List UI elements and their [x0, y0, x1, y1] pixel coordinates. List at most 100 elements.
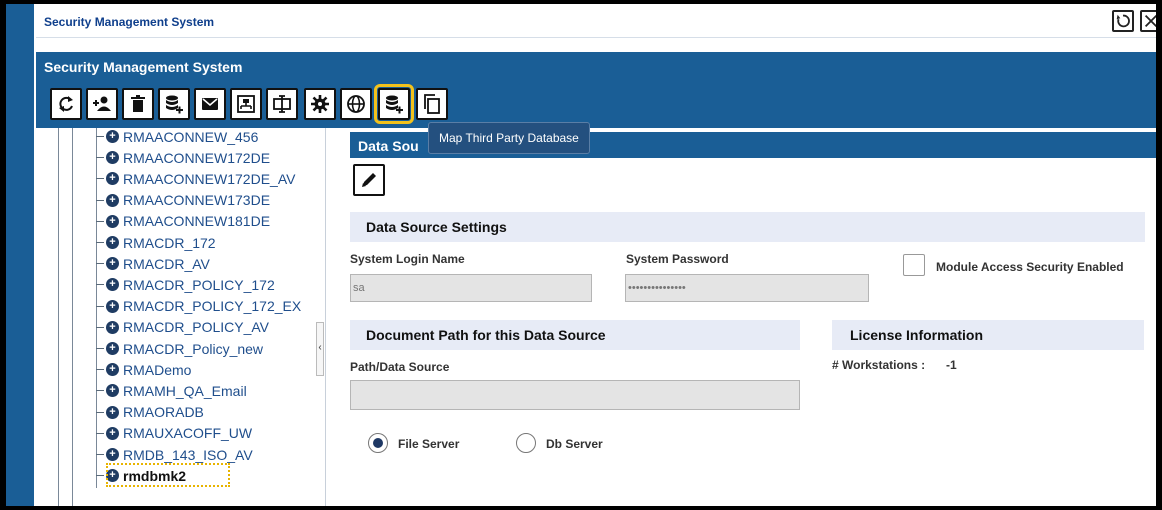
tree-item-label: RMACDR_POLICY_AV	[123, 319, 270, 336]
expand-plus-icon[interactable]: +	[106, 384, 119, 398]
expand-plus-icon[interactable]: +	[106, 214, 119, 228]
globe-icon	[347, 95, 365, 113]
tree-connector	[96, 220, 104, 222]
email-icon	[202, 98, 218, 110]
tree-connector	[96, 475, 104, 477]
tree-connector	[96, 348, 104, 349]
app-header-title: Security Management System	[44, 59, 243, 75]
tree-item[interactable]: + RMAMH_QA_Email	[96, 380, 247, 401]
file-server-radio[interactable]	[368, 433, 388, 453]
expand-plus-icon[interactable]: +	[106, 257, 119, 271]
tree-connector	[96, 136, 104, 137]
close-button[interactable]	[1140, 10, 1156, 32]
hierarchy-icon	[237, 95, 255, 113]
system-password-label: System Password	[626, 252, 729, 266]
expand-plus-icon[interactable]: +	[106, 193, 119, 207]
copy-button[interactable]	[416, 88, 448, 120]
tree-item[interactable]: + RMACDR_AV	[96, 253, 210, 274]
tree-item[interactable]: + RMACDR_POLICY_AV	[96, 317, 269, 338]
expand-plus-icon[interactable]: +	[106, 342, 119, 355]
tree-item[interactable]: + RMADemo	[96, 359, 191, 380]
refresh-button[interactable]	[50, 88, 82, 120]
field-button[interactable]	[266, 88, 298, 120]
app-header: Security Management System	[36, 52, 1156, 80]
tree-item[interactable]: + RMACDR_172	[96, 232, 216, 253]
add-user-icon	[93, 96, 111, 111]
expand-plus-icon[interactable]: +	[106, 448, 119, 461]
trash-icon	[131, 95, 145, 112]
data-source-settings-heading: Data Source Settings	[350, 212, 1145, 242]
tree-item[interactable]: + RMAACONNEW172DE_AV	[96, 168, 295, 189]
expand-plus-icon[interactable]: +	[106, 320, 119, 334]
close-icon	[1144, 14, 1156, 28]
tree-item-label: RMACDR_POLICY_172_EX	[123, 298, 302, 315]
tree-connector	[96, 284, 104, 286]
expand-plus-icon[interactable]: +	[106, 151, 119, 165]
system-login-name-input[interactable]	[350, 274, 592, 302]
expand-plus-icon[interactable]: +	[106, 299, 119, 313]
pencil-icon	[362, 173, 376, 187]
expand-plus-icon[interactable]: +	[106, 236, 119, 249]
gear-icon	[311, 95, 329, 113]
globe-button[interactable]	[340, 88, 372, 120]
selected-item-focus-outline	[106, 463, 230, 488]
add-data-source-button[interactable]	[158, 88, 190, 120]
expand-plus-icon[interactable]: +	[106, 363, 119, 377]
tree-item-label: RMACDR_172	[123, 234, 216, 251]
workstations-label: # Workstations :	[832, 358, 926, 372]
license-information-heading: License Information	[832, 320, 1144, 350]
system-login-name-label: System Login Name	[350, 252, 465, 266]
tree-item[interactable]: + RMAUXACOFF_UW	[96, 423, 252, 444]
tree-item-label: RMACDR_Policy_new	[123, 340, 264, 357]
file-server-label: File Server	[398, 437, 460, 451]
data-source-detail: Data Sou Map Third Party Database Data S…	[350, 122, 1156, 506]
edit-button[interactable]	[353, 164, 385, 196]
expand-plus-icon[interactable]: +	[106, 172, 119, 186]
tree-connector	[96, 157, 104, 159]
data-source-tree[interactable]: + RMAACONNEW_456 + RMAACONNEW172DE + RMAACONN…	[36, 128, 326, 506]
tree-item-label: RMAACONNEW173DE	[123, 192, 271, 209]
expand-plus-icon[interactable]: +	[106, 426, 119, 440]
expand-plus-icon[interactable]: +	[106, 278, 119, 292]
window-title-bar: Security Management System	[36, 4, 1156, 38]
organization-button[interactable]	[230, 88, 262, 120]
expand-plus-icon[interactable]: +	[106, 405, 119, 419]
tree-item[interactable]: + RMAORADB	[96, 402, 204, 423]
tree-item-label: RMACDR_AV	[123, 255, 210, 272]
system-password-input[interactable]	[625, 274, 869, 302]
tree-item[interactable]: + RMAACONNEW_456	[96, 128, 258, 147]
db-server-radio[interactable]	[516, 433, 536, 453]
tree-item[interactable]: + RMAACONNEW181DE	[96, 211, 270, 232]
workstations-value: -1	[946, 358, 957, 372]
restore-button[interactable]	[1112, 10, 1134, 32]
add-database-icon	[166, 95, 183, 114]
tree-item-label: RMADemo	[123, 361, 192, 378]
panel-collapse-handle[interactable]: ‹	[316, 322, 324, 376]
tree-item[interactable]: + RMAACONNEW173DE	[96, 190, 270, 211]
tree-item[interactable]: + RMDB_143_ISO_AV	[96, 444, 253, 465]
db-server-label: Db Server	[546, 437, 603, 451]
tree-guide-line	[72, 128, 73, 506]
tree-connector	[96, 326, 104, 328]
tree-item-label: RMAACONNEW_456	[123, 128, 259, 145]
tree-connector	[96, 178, 104, 180]
module-access-security-checkbox[interactable]	[903, 254, 925, 276]
tree-connector	[96, 454, 104, 455]
tree-connector	[96, 263, 104, 265]
tree-connector	[96, 199, 104, 201]
add-user-button[interactable]	[86, 88, 118, 120]
tree-item[interactable]: + RMACDR_POLICY_172_EX	[96, 296, 301, 317]
path-data-source-input[interactable]	[350, 380, 800, 410]
settings-button[interactable]	[304, 88, 336, 120]
left-edge-strip	[6, 4, 34, 506]
copy-icon	[424, 94, 440, 114]
expand-plus-icon[interactable]: +	[106, 130, 119, 143]
tree-connector	[96, 305, 104, 307]
delete-button[interactable]	[122, 88, 154, 120]
tree-item[interactable]: + RMACDR_POLICY_172	[96, 274, 275, 295]
email-button[interactable]	[194, 88, 226, 120]
toolbar	[36, 80, 1156, 128]
map-third-party-database-button[interactable]	[374, 84, 414, 124]
tree-item[interactable]: + RMAACONNEW172DE	[96, 147, 270, 168]
tree-item[interactable]: + RMACDR_Policy_new	[96, 338, 263, 359]
